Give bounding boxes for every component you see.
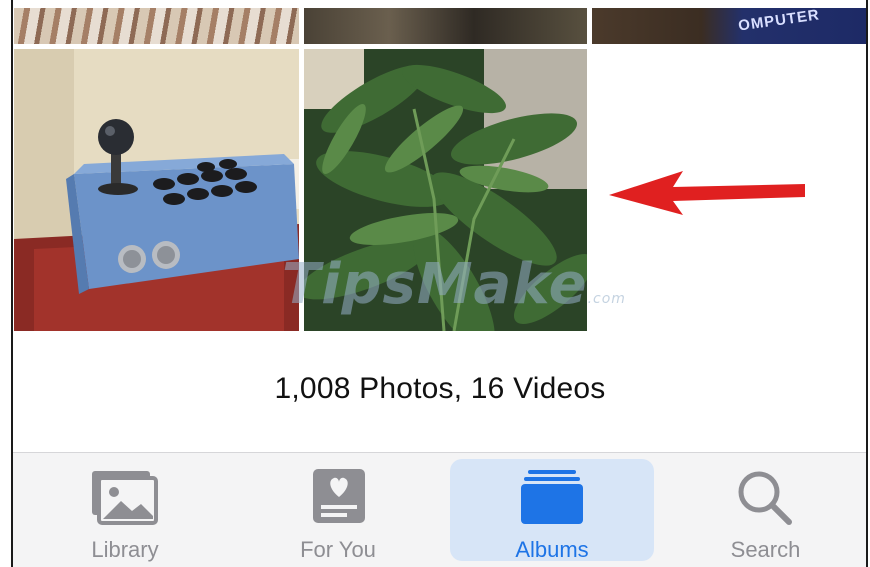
photos-app-screen: OMPUTER TipsMake.com 1,008 Photos, 16 Vi… bbox=[0, 0, 870, 567]
tab-albums[interactable]: Albums bbox=[450, 453, 654, 567]
photo-thumbnail-computer-box[interactable]: OMPUTER bbox=[592, 8, 866, 44]
tab-library-label: Library bbox=[91, 537, 159, 562]
for-you-card-icon bbox=[313, 469, 365, 523]
photo-stack-icon bbox=[92, 471, 158, 525]
watermark-text: TipsMake bbox=[282, 252, 588, 317]
watermark-suffix: .com bbox=[587, 291, 626, 307]
albums-stack-icon bbox=[521, 470, 583, 524]
photo-thumbnail-dark[interactable] bbox=[304, 8, 587, 44]
tab-search[interactable]: Search bbox=[673, 453, 858, 567]
tab-for-you[interactable]: For You bbox=[245, 453, 431, 567]
tab-albums-label: Albums bbox=[515, 537, 589, 562]
box-print-text: OMPUTER bbox=[737, 8, 821, 35]
tab-for-you-label: For You bbox=[300, 537, 376, 562]
tab-library[interactable]: Library bbox=[31, 453, 219, 567]
watermark: TipsMake.com bbox=[282, 252, 626, 317]
tab-bar: Library For You Albums Search bbox=[13, 452, 866, 567]
red-arrow-icon bbox=[609, 171, 805, 215]
right-border bbox=[866, 0, 868, 567]
photo-thumbnail-food[interactable] bbox=[14, 8, 299, 44]
library-count-text: 1,008 Photos, 16 Videos bbox=[274, 372, 606, 405]
magnifier-icon bbox=[738, 471, 792, 525]
photo-thumbnail-arcade-stick[interactable] bbox=[14, 49, 299, 331]
tab-search-label: Search bbox=[730, 537, 801, 562]
